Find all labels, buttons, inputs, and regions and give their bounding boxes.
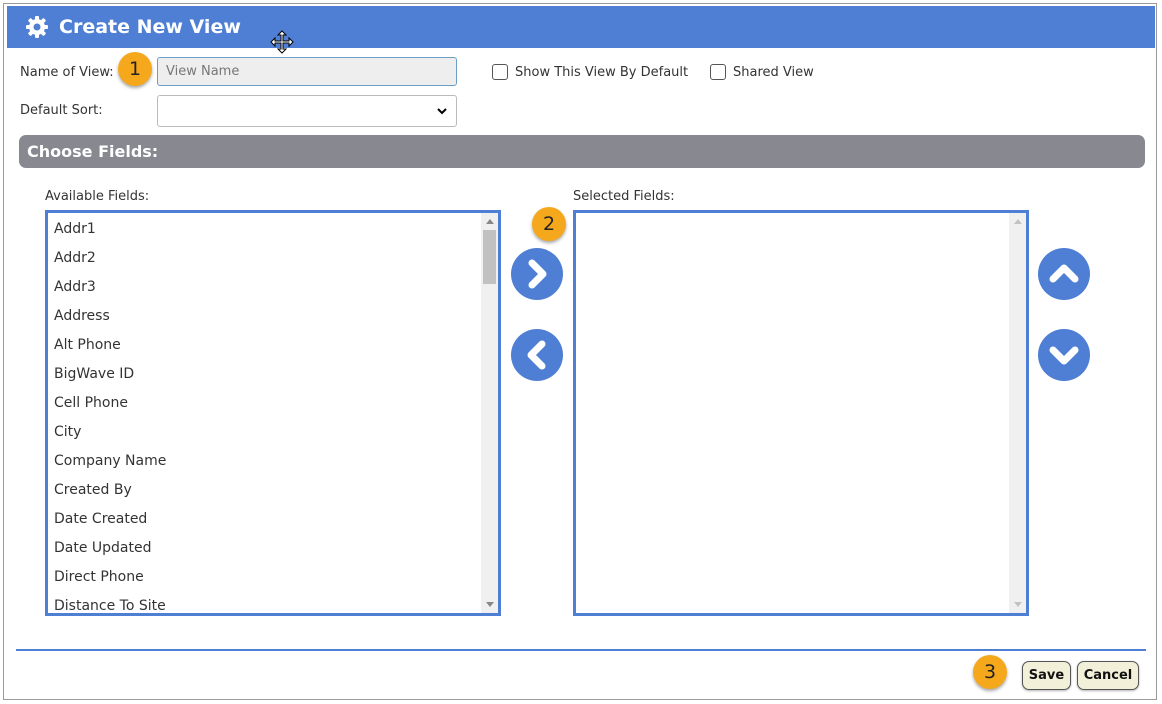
chevron-left-icon — [527, 340, 546, 370]
show-default-label: Show This View By Default — [515, 65, 689, 80]
selected-scrollbar[interactable] — [1009, 213, 1026, 613]
list-item[interactable]: Date Created — [54, 505, 166, 534]
list-item[interactable]: Address — [54, 302, 166, 331]
list-item[interactable]: Company Name — [54, 447, 166, 476]
scroll-up-arrow-icon[interactable] — [1014, 219, 1022, 224]
scroll-thumb[interactable] — [483, 230, 496, 284]
available-fields-list[interactable]: Addr1 Addr2 Addr3 Address Alt Phone BigW… — [45, 210, 501, 616]
move-cursor-icon — [270, 30, 294, 54]
list-item[interactable]: Direct Phone — [54, 563, 166, 592]
available-scrollbar[interactable] — [481, 213, 498, 613]
move-down-button[interactable] — [1038, 329, 1090, 381]
save-button[interactable]: Save — [1022, 661, 1071, 690]
list-item[interactable]: City — [54, 418, 166, 447]
gear-icon — [26, 16, 48, 38]
step-badge-1: 1 — [118, 52, 152, 86]
list-item[interactable]: Alt Phone — [54, 331, 166, 360]
list-item[interactable]: Addr3 — [54, 273, 166, 302]
selected-fields-label: Selected Fields: — [573, 189, 675, 204]
show-default-checkbox[interactable] — [492, 64, 508, 80]
name-of-view-label: Name of View: — [20, 65, 114, 80]
move-up-button[interactable] — [1038, 248, 1090, 300]
remove-field-button[interactable] — [511, 329, 563, 381]
scroll-up-arrow-icon[interactable] — [486, 219, 494, 224]
view-name-input[interactable] — [157, 57, 457, 86]
available-fields-label: Available Fields: — [45, 189, 150, 204]
footer-divider — [16, 649, 1146, 651]
list-item[interactable]: Created By — [54, 476, 166, 505]
step-badge-3: 3 — [973, 655, 1007, 689]
list-item[interactable]: Date Updated — [54, 534, 166, 563]
chevron-right-icon — [528, 259, 547, 289]
step-badge-2: 2 — [532, 207, 566, 241]
scroll-down-arrow-icon[interactable] — [486, 602, 494, 607]
available-fields-items: Addr1 Addr2 Addr3 Address Alt Phone BigW… — [54, 215, 166, 613]
add-field-button[interactable] — [511, 248, 563, 300]
selected-fields-list[interactable] — [573, 210, 1029, 616]
chevron-down-icon — [1049, 346, 1079, 365]
chevron-up-icon — [1049, 264, 1079, 283]
choose-fields-header: Choose Fields: — [19, 135, 1145, 168]
list-item[interactable]: BigWave ID — [54, 360, 166, 389]
choose-fields-title: Choose Fields: — [27, 142, 159, 161]
list-item[interactable]: Distance To Site — [54, 592, 166, 613]
list-item[interactable]: Addr2 — [54, 244, 166, 273]
scroll-down-arrow-icon[interactable] — [1014, 602, 1022, 607]
dialog-titlebar[interactable]: Create New View — [7, 6, 1155, 48]
shared-view-checkbox[interactable] — [710, 64, 726, 80]
default-sort-label: Default Sort: — [20, 103, 103, 118]
list-item[interactable]: Cell Phone — [54, 389, 166, 418]
dialog-title: Create New View — [59, 16, 241, 38]
chevron-down-icon — [437, 108, 447, 115]
list-item[interactable]: Addr1 — [54, 215, 166, 244]
cancel-button[interactable]: Cancel — [1077, 661, 1139, 690]
default-sort-select[interactable] — [157, 95, 457, 127]
shared-view-label: Shared View — [733, 65, 814, 80]
